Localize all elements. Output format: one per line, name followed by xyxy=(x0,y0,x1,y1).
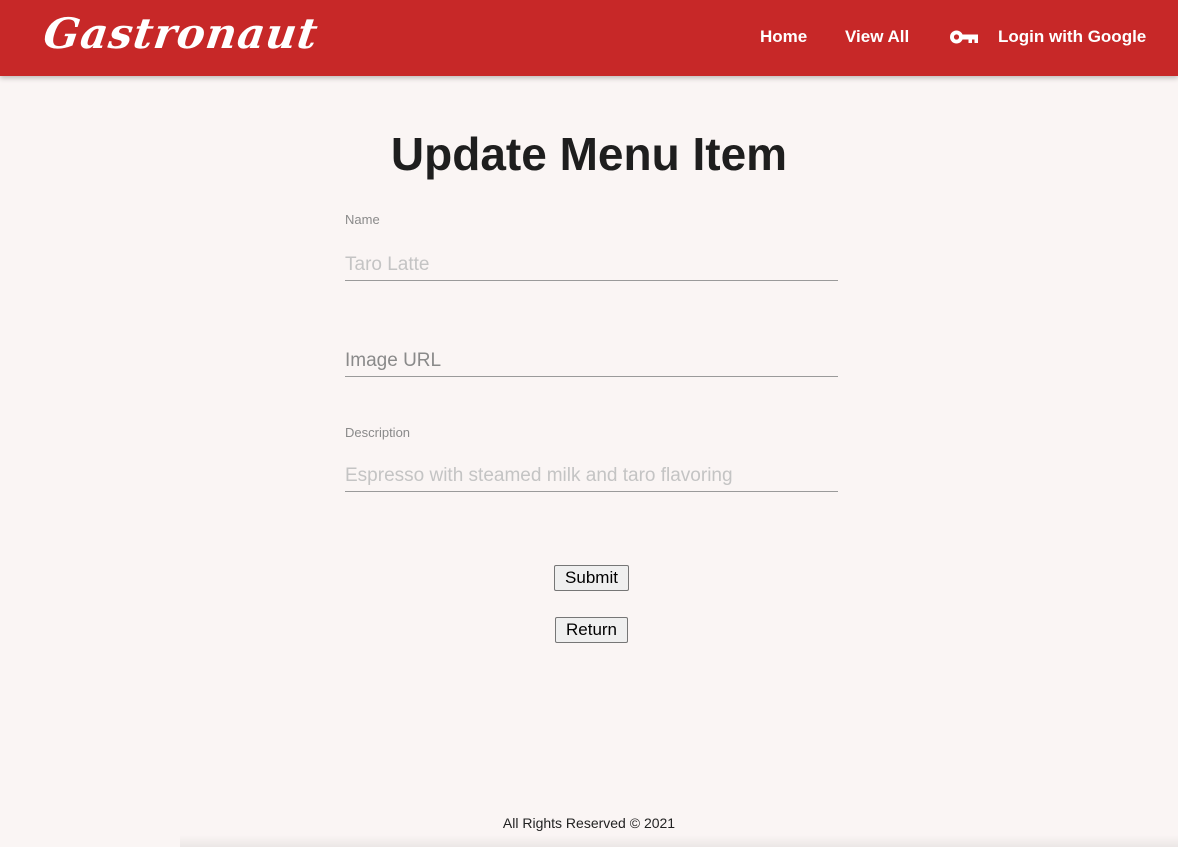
submit-button[interactable]: Submit xyxy=(554,565,629,591)
description-label: Description xyxy=(345,425,411,440)
name-field-group: Name xyxy=(345,212,838,282)
nav-home-link[interactable]: Home xyxy=(760,26,807,48)
nav-view-all-link[interactable]: View All xyxy=(845,26,909,48)
description-field-group: Description xyxy=(345,425,838,493)
key-icon xyxy=(950,30,978,44)
name-label: Name xyxy=(345,212,380,227)
brand-logo[interactable]: Gastronaut xyxy=(40,6,322,62)
description-input[interactable] xyxy=(345,461,838,492)
footer-shadow xyxy=(180,835,1178,847)
copyright-text: All Rights Reserved © 2021 xyxy=(502,815,676,831)
image-url-input[interactable] xyxy=(345,346,838,377)
image-url-field-group xyxy=(345,340,838,388)
name-input[interactable] xyxy=(345,250,838,281)
return-button[interactable]: Return xyxy=(555,617,628,643)
top-navbar: Gastronaut Home View All Login with Goog… xyxy=(0,0,1178,76)
footer: All Rights Reserved © 2021 xyxy=(0,812,1178,847)
login-label: Login with Google xyxy=(998,27,1147,46)
page-title: Update Menu Item xyxy=(390,128,788,180)
